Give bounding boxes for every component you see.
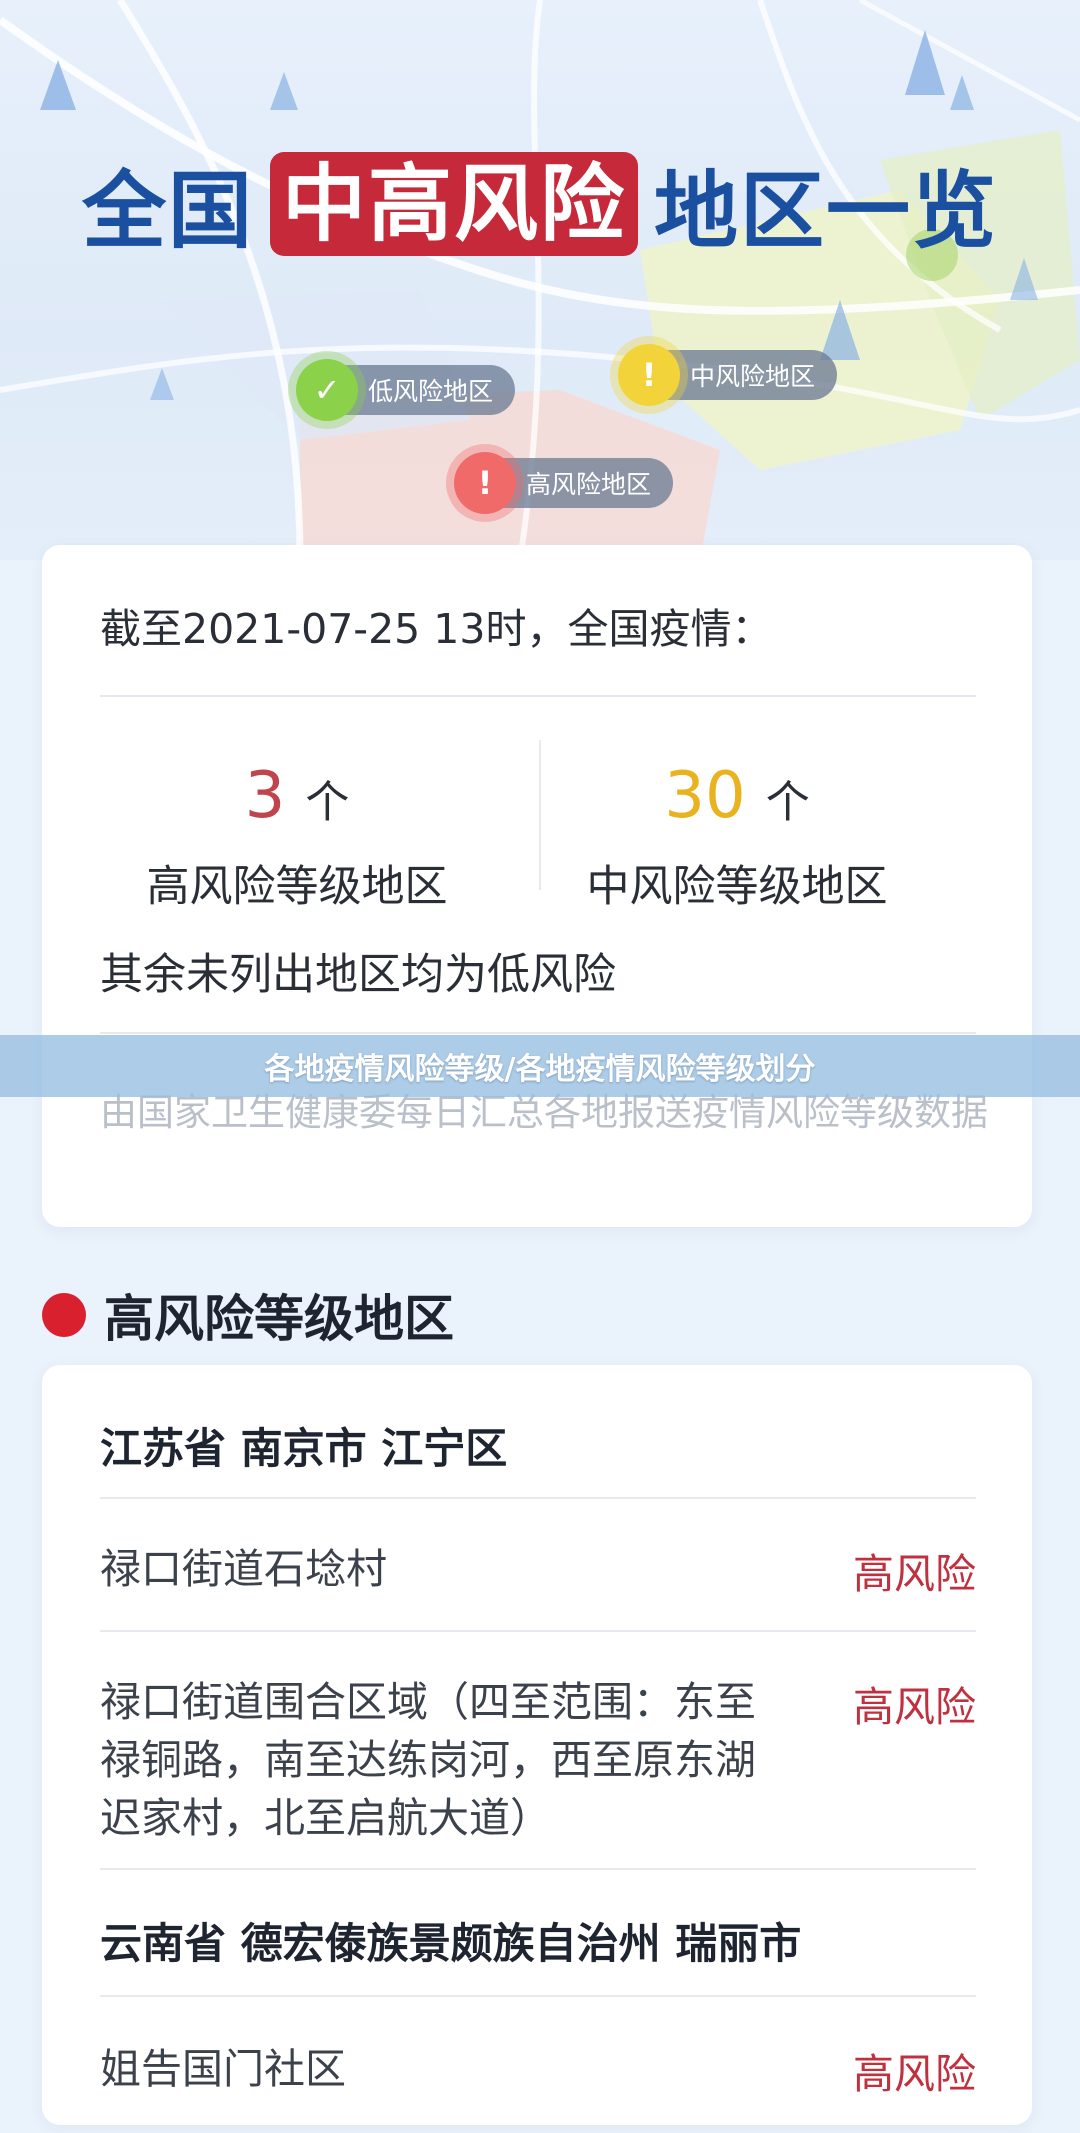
title-suffix: 地区一览 bbox=[654, 161, 999, 260]
high-risk-unit: 个 bbox=[305, 777, 350, 828]
title-highlight: 中高风险 bbox=[269, 152, 638, 256]
high-risk-list-card: 江苏省 南京市 江宁区 禄口街道石埝村 高风险 禄口街道围合区域（四至范围：东至… bbox=[42, 1365, 1032, 2125]
red-dot-icon bbox=[42, 1293, 86, 1337]
list-item-area: 禄口街道围合区域（四至范围：东至禄铜路，南至达练岗河，西至原东湖迟家村，北至启航… bbox=[100, 1678, 756, 1842]
high-risk-count: 3 bbox=[244, 759, 286, 833]
as-of-text: 截至2021-07-25 13时，全国疫情： bbox=[100, 605, 773, 653]
divider bbox=[100, 1995, 976, 1997]
mid-risk-unit: 个 bbox=[765, 777, 810, 828]
exclamation-icon: ! bbox=[618, 344, 680, 406]
legend-low-label: 低风险地区 bbox=[368, 377, 494, 406]
risk-level-label: 高风险 bbox=[853, 2050, 976, 2098]
exclamation-icon: ! bbox=[454, 452, 516, 514]
mid-risk-label: 中风险等级地区 bbox=[586, 862, 888, 912]
section-title: 高风险等级地区 bbox=[104, 1290, 454, 1348]
divider bbox=[100, 1497, 976, 1499]
legend-mid-risk: ! 中风险地区 bbox=[618, 344, 838, 406]
region-title: 江苏省 南京市 江宁区 bbox=[100, 1424, 508, 1473]
section-heading: 高风险等级地区 bbox=[42, 1280, 454, 1350]
risk-level-label: 高风险 bbox=[853, 1550, 976, 1598]
list-item-area: 禄口街道石埝村 bbox=[100, 1545, 387, 1593]
region-title: 云南省 德宏傣族景颇族自治州 瑞丽市 bbox=[100, 1919, 802, 1968]
mid-risk-count: 30 bbox=[664, 759, 746, 833]
divider bbox=[100, 695, 976, 697]
summary-card: 截至2021-07-25 13时，全国疫情： 3个 高风险等级地区 30 个 中风… bbox=[42, 545, 1032, 1227]
title-prefix: 全国 bbox=[81, 161, 254, 260]
mid-risk-stat: 30 个 中风险等级地区 bbox=[512, 755, 962, 914]
legend-low-risk: ✓ 低风险地区 bbox=[296, 359, 516, 421]
divider bbox=[100, 1868, 976, 1870]
legend-mid-label: 中风险地区 bbox=[690, 362, 816, 391]
header-banner: 全国 中高风险 地区一览 ✓ 低风险地区 ! 中风险地区 ! 高风险地区 bbox=[0, 0, 1080, 560]
caption-banner: 各地疫情风险等级/各地疫情风险等级划分 bbox=[0, 1035, 1080, 1097]
divider bbox=[100, 1630, 976, 1632]
rest-note: 其余未列出地区均为低风险 bbox=[100, 950, 616, 1000]
high-risk-stat: 3个 高风险等级地区 bbox=[72, 755, 522, 914]
high-risk-label: 高风险等级地区 bbox=[146, 862, 448, 912]
check-icon: ✓ bbox=[296, 359, 358, 421]
legend-high-label: 高风险地区 bbox=[526, 470, 652, 499]
page-title: 全国 中高风险 地区一览 bbox=[0, 148, 1080, 260]
legend-high-risk: ! 高风险地区 bbox=[454, 452, 674, 514]
risk-level-label: 高风险 bbox=[853, 1683, 976, 1731]
caption-text: 各地疫情风险等级/各地疫情风险等级划分 bbox=[264, 1052, 816, 1087]
divider bbox=[100, 1032, 976, 1034]
list-item-area: 姐告国门社区 bbox=[100, 2045, 346, 2093]
